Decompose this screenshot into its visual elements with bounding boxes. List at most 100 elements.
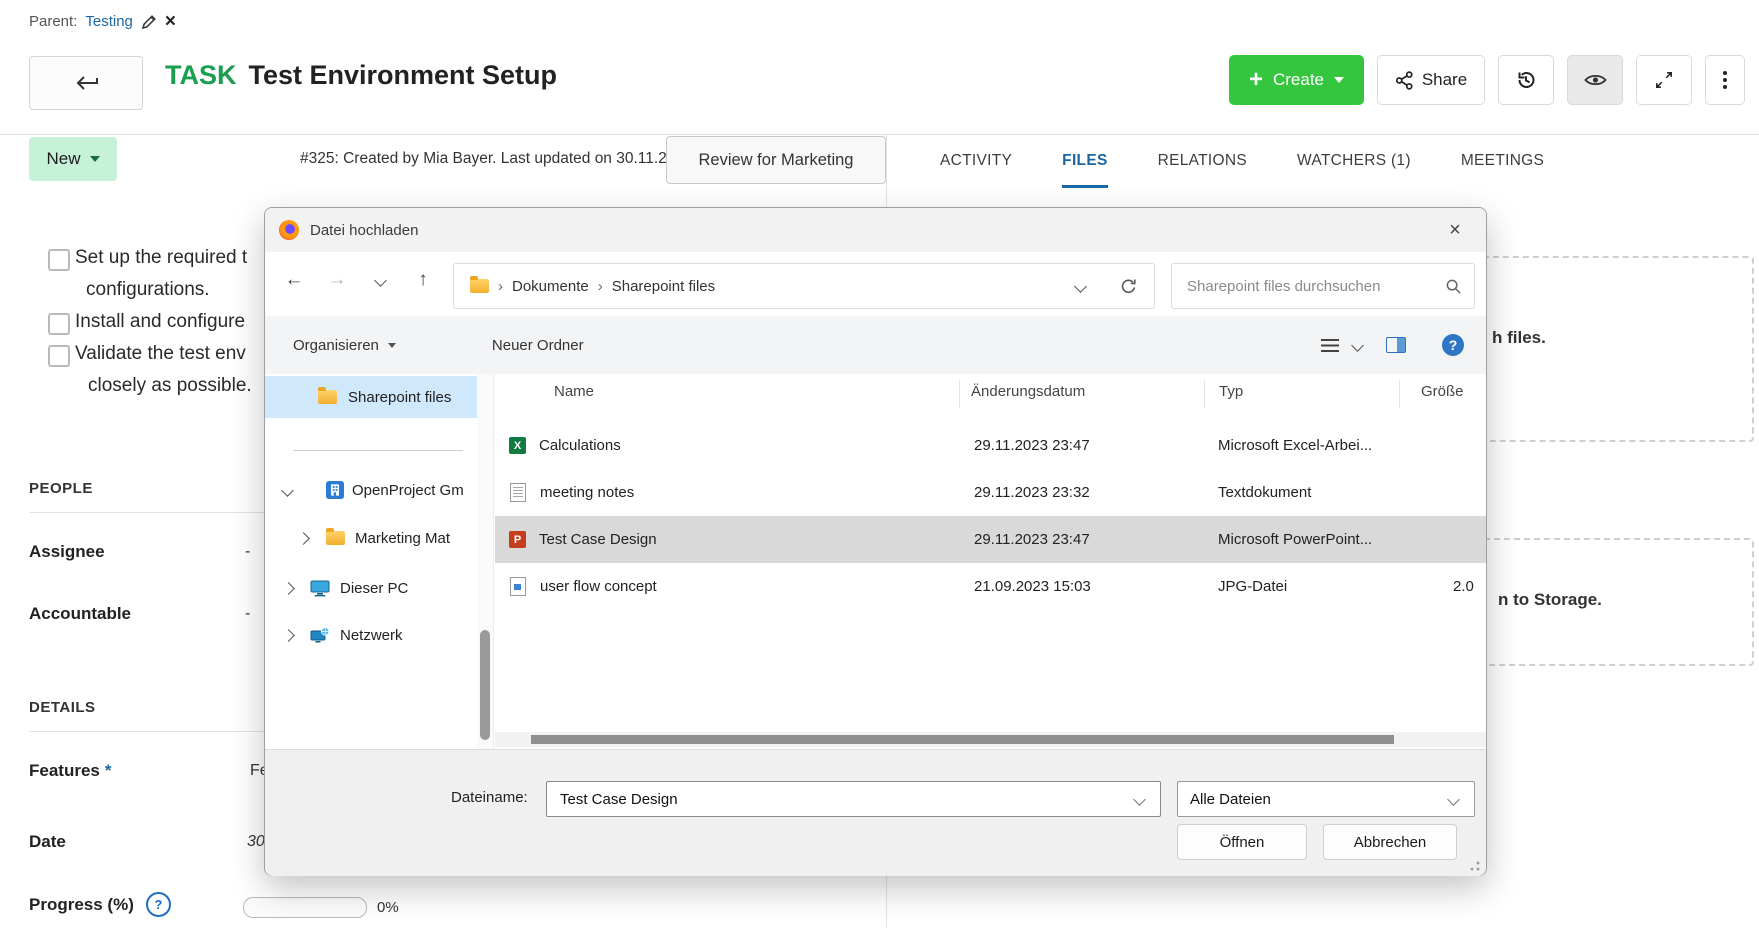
- nav-back-button[interactable]: ←: [277, 262, 311, 298]
- address-dropdown-icon[interactable]: [1074, 280, 1087, 293]
- file-date: 29.11.2023 23:32: [974, 484, 1090, 501]
- fullscreen-button[interactable]: [1636, 55, 1692, 105]
- column-header-date[interactable]: Änderungsdatum: [971, 374, 1085, 408]
- sidebar-item-netzwerk[interactable]: Netzwerk: [265, 617, 477, 653]
- checklist-item-text: configurations.: [86, 279, 210, 301]
- breadcrumb-separator: ›: [498, 278, 503, 295]
- date-label: Date: [29, 832, 66, 852]
- file-list-scrollbar[interactable]: [495, 732, 1486, 747]
- scrollbar-thumb[interactable]: [480, 630, 490, 740]
- sidebar-item-marketing[interactable]: Marketing Mat: [265, 520, 477, 556]
- sidebar-item-label: Dieser PC: [340, 580, 408, 597]
- column-header-size[interactable]: Größe: [1421, 374, 1464, 408]
- sidebar-item-openproject[interactable]: OpenProject Gm: [265, 472, 477, 508]
- file-list: ˆ Name Änderungsdatum Typ Größe X Calcul…: [495, 374, 1486, 732]
- checkbox[interactable]: [48, 313, 70, 335]
- folder-icon: [318, 390, 337, 404]
- column-header-type[interactable]: Typ: [1219, 374, 1243, 408]
- more-menu-button[interactable]: [1705, 55, 1745, 105]
- nav-up-button[interactable]: ↑: [406, 262, 440, 298]
- progress-bar[interactable]: [243, 897, 367, 918]
- work-package-type[interactable]: TASK: [165, 60, 237, 91]
- help-icon[interactable]: ?: [146, 892, 171, 917]
- chevron-down-icon: [374, 274, 387, 287]
- dialog-help-icon[interactable]: ?: [1442, 334, 1464, 356]
- file-row-meeting-notes[interactable]: meeting notes 29.11.2023 23:32 Textdokum…: [495, 469, 1486, 516]
- expander-icon[interactable]: [281, 484, 294, 497]
- expander-icon[interactable]: [282, 582, 295, 595]
- checkbox[interactable]: [48, 345, 70, 367]
- assignee-value[interactable]: -: [245, 543, 250, 561]
- back-arrow-icon: [73, 75, 99, 92]
- column-header-name[interactable]: Name: [554, 374, 594, 408]
- share-button[interactable]: Share: [1377, 55, 1485, 105]
- file-row-calculations[interactable]: X Calculations 29.11.2023 23:47 Microsof…: [495, 422, 1486, 469]
- sidebar-item-sharepoint-files[interactable]: Sharepoint files: [265, 376, 477, 418]
- app-canvas: Parent: Testing × TASK Test Environment …: [0, 0, 1759, 928]
- checklist-item-text: closely as possible.: [88, 375, 252, 397]
- tab-meetings[interactable]: MEETINGS: [1461, 137, 1544, 188]
- organization-icon: [326, 481, 344, 499]
- new-folder-button[interactable]: Neuer Ordner: [492, 337, 584, 354]
- tab-files[interactable]: FILES: [1062, 137, 1107, 188]
- tab-activity[interactable]: ACTIVITY: [940, 137, 1012, 188]
- tab-watchers[interactable]: WATCHERS (1): [1297, 137, 1411, 188]
- expander-icon[interactable]: [282, 629, 295, 642]
- file-type: Microsoft PowerPoint...: [1218, 531, 1372, 548]
- scrollbar-thumb[interactable]: [531, 735, 1394, 744]
- sidebar-scrollbar[interactable]: [477, 374, 493, 749]
- watch-button[interactable]: [1567, 55, 1623, 105]
- breadcrumb-sharepoint-files[interactable]: Sharepoint files: [612, 278, 715, 295]
- checkbox[interactable]: [48, 249, 70, 271]
- accountable-label: Accountable: [29, 604, 131, 624]
- edit-parent-icon[interactable]: [141, 14, 157, 30]
- sidebar-separator: [493, 374, 494, 749]
- folder-icon: [470, 279, 489, 293]
- dialog-titlebar[interactable]: Datei hochladen: [265, 208, 1486, 253]
- status-badge[interactable]: New: [29, 137, 117, 181]
- expander-icon[interactable]: [297, 532, 310, 545]
- file-upload-dialog: Datei hochladen × ← → ↑ › Dokumente › Sh…: [264, 207, 1487, 876]
- resize-grip[interactable]: [1470, 861, 1480, 871]
- view-dropdown-icon[interactable]: [1351, 339, 1364, 352]
- people-heading: PEOPLE: [29, 480, 93, 497]
- tab-relations[interactable]: RELATIONS: [1158, 137, 1247, 188]
- sidebar-item-label: OpenProject Gm: [352, 482, 464, 499]
- dropzone-text: h files.: [1492, 328, 1546, 348]
- chevron-down-icon: [1133, 793, 1146, 806]
- work-package-title[interactable]: Test Environment Setup: [249, 60, 558, 91]
- nav-recent-dropdown[interactable]: [363, 262, 397, 298]
- file-row-user-flow-concept[interactable]: user flow concept 21.09.2023 15:03 JPG-D…: [495, 563, 1486, 610]
- activity-history-button[interactable]: [1498, 55, 1554, 105]
- file-row-test-case-design[interactable]: P Test Case Design 29.11.2023 23:47 Micr…: [495, 516, 1486, 563]
- filetype-select[interactable]: Alle Dateien: [1177, 781, 1475, 817]
- features-label: Features*: [29, 761, 112, 781]
- filename-label: Dateiname:: [451, 789, 528, 806]
- filename-field[interactable]: [546, 781, 1161, 817]
- refresh-icon[interactable]: [1119, 277, 1138, 296]
- search-input[interactable]: [1185, 277, 1445, 296]
- date-value[interactable]: 30: [247, 833, 265, 851]
- organize-menu[interactable]: Organisieren: [293, 337, 396, 354]
- accountable-value[interactable]: -: [245, 605, 250, 623]
- breadcrumb-dokumente[interactable]: Dokumente: [512, 278, 589, 295]
- file-name: user flow concept: [540, 578, 657, 595]
- preview-pane-icon[interactable]: [1386, 337, 1406, 353]
- search-field[interactable]: [1171, 263, 1475, 309]
- nav-forward-button[interactable]: →: [320, 262, 354, 298]
- details-heading: DETAILS: [29, 699, 96, 716]
- dialog-close-button[interactable]: ×: [1440, 215, 1470, 245]
- plus-icon: +: [1249, 68, 1263, 92]
- sidebar-item-dieser-pc[interactable]: Dieser PC: [265, 570, 477, 606]
- filename-input[interactable]: [558, 790, 1135, 809]
- list-view-icon[interactable]: [1321, 339, 1339, 352]
- open-button[interactable]: Öffnen: [1177, 824, 1307, 860]
- back-button[interactable]: [29, 56, 143, 110]
- address-bar[interactable]: › Dokumente › Sharepoint files: [453, 263, 1155, 309]
- parent-link[interactable]: Testing: [85, 13, 133, 30]
- create-button[interactable]: + Create: [1229, 55, 1364, 105]
- workflow-button[interactable]: Review for Marketing: [666, 136, 886, 184]
- remove-parent-icon[interactable]: ×: [165, 12, 176, 31]
- sort-ascending-icon[interactable]: ˆ: [748, 374, 753, 384]
- cancel-button[interactable]: Abbrechen: [1323, 824, 1457, 860]
